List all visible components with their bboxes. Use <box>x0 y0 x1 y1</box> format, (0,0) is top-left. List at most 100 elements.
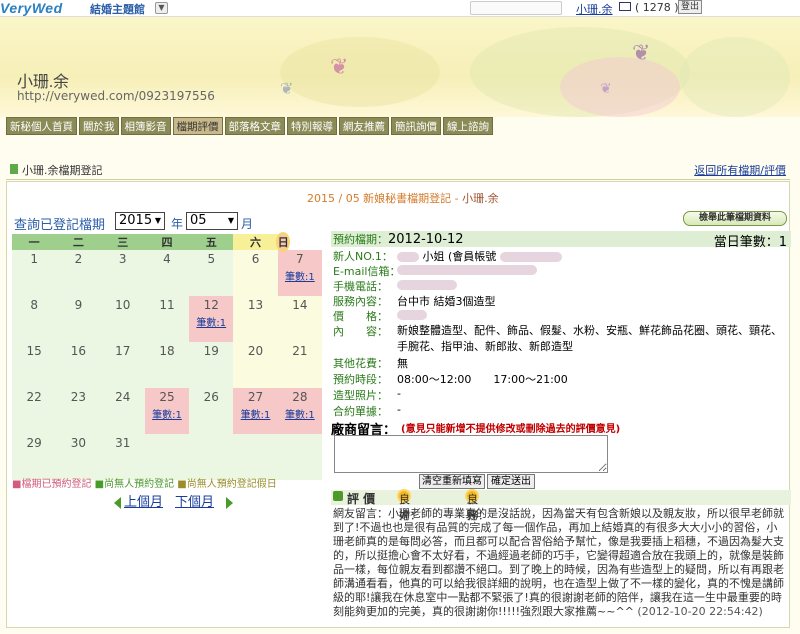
page-title-bar: 小珊.余檔期登記 返回所有檔期/評價 <box>6 158 790 180</box>
day-number: 18 <box>159 344 175 358</box>
calendar-day[interactable]: 27 筆數:1 <box>233 388 278 434</box>
day-number: 4 <box>163 252 171 266</box>
back-to-all-link[interactable]: 返回所有檔期/評價 <box>694 162 786 178</box>
next-month-link[interactable]: 下個月 <box>175 495 214 510</box>
nav-item[interactable]: 新秘個人首頁 <box>6 117 77 135</box>
booking-count-link[interactable]: 筆數:1 <box>278 406 322 421</box>
search-input[interactable] <box>470 1 562 15</box>
contract-row: 合約單據： - <box>333 403 401 418</box>
day-number: 11 <box>159 298 175 312</box>
year-select[interactable]: 2015 ▼ <box>115 212 165 230</box>
prev-arrow-icon <box>114 496 121 509</box>
calendar-day: 8 <box>12 296 57 342</box>
calendar-day[interactable]: 28 筆數:1 <box>277 388 322 434</box>
day-number: 8 <box>30 298 38 312</box>
legend-free-holiday: ■尚無人預約登記假日 <box>177 479 277 490</box>
chevron-down-icon[interactable]: ▼ <box>155 2 168 14</box>
next-arrow-icon <box>226 496 234 509</box>
calendar-day: 31 <box>100 434 145 480</box>
butterfly-icon: ❦ <box>600 81 612 97</box>
nav-item[interactable]: 相簿影音 <box>120 117 171 135</box>
day-number: 30 <box>70 436 87 450</box>
month-navigation: 上個月 下個月 <box>114 491 236 510</box>
redacted-mask <box>397 252 419 262</box>
nav-item[interactable]: 部落格文章 <box>224 117 285 135</box>
redacted-mask <box>397 280 457 290</box>
calendar-day: 23 <box>56 388 101 434</box>
day-number: 16 <box>70 344 87 358</box>
day-number: 25 <box>159 390 175 404</box>
verywed-logo[interactable]: VeryWed <box>0 0 63 16</box>
nav-item[interactable]: 簡訊詢價 <box>391 117 441 135</box>
top-bar: VeryWed 結婚主題館 ▼ 小珊.余 ( 1278 ) 登出 <box>0 0 800 17</box>
butterfly-icon: ❦ <box>632 41 651 66</box>
day-number: 12 <box>203 298 219 312</box>
calendar-day[interactable]: 25 筆數:1 <box>144 388 190 434</box>
nav-item[interactable]: 關於我 <box>79 117 119 135</box>
day-number: 2 <box>74 252 83 266</box>
nav-item[interactable]: 線上諮詢 <box>443 117 493 135</box>
vendor-message-input[interactable] <box>334 435 608 473</box>
bride-row: 新人NO.1： 小姐 (會員帳號 <box>333 248 562 264</box>
calendar-day: 18 <box>144 342 190 388</box>
calendar-day: 3 <box>100 250 145 296</box>
schedule-panel: 2015 / 05 新娘秘書檔期登記 - 小珊.余 查詢已登記檔期 2015 ▼ … <box>6 181 791 628</box>
booking-detail: 預約檔期：2012-10-12 當日筆數：1 新人NO.1： 小姐 (會員帳號 … <box>331 231 791 626</box>
profile-nav: 新秘個人首頁 關於我 相簿影音 檔期評價 部落格文章 特別報導 網友推薦 簡訊詢價 線上諮詢 <box>6 117 493 135</box>
content-value: 新娘整體造型、配件、飾品、假髮、水粉、安瓶、鮮花飾品花圈、頭花、頸花、手腕花、指… <box>397 324 782 353</box>
user-name-link[interactable]: 小珊.余 <box>576 1 613 17</box>
calendar-week: 29 30 31 <box>12 434 322 480</box>
calendar-day: 19 <box>189 342 234 388</box>
calendar-week: 1 2 3 4 5 6 7 筆數:1 <box>12 250 322 296</box>
reset-button[interactable]: 清空重新填寫 <box>419 474 485 489</box>
booking-count-link[interactable]: 筆數:1 <box>278 268 322 283</box>
month-label: 月 <box>241 217 254 231</box>
calendar-grid: 一二三四五六日 1 2 3 4 5 6 7 筆數:1 8 9 10 11 12 筆數:1 13 14 15 16 1… <box>12 234 322 480</box>
month-select[interactable]: 05 ▼ <box>186 212 238 230</box>
calendar-day: 26 <box>189 388 234 434</box>
booking-count-link[interactable]: 筆數:1 <box>145 406 189 421</box>
phone-row: 手機電話： <box>333 278 457 294</box>
calendar-day <box>189 434 234 480</box>
calendar-day <box>277 434 322 480</box>
booking-date: 預約檔期：2012-10-12 <box>333 232 464 247</box>
day-number: 26 <box>203 390 219 404</box>
butterfly-icon: ❦ <box>280 79 294 98</box>
theme-menu[interactable]: 結婚主題館 <box>90 1 145 17</box>
pencil-icon <box>333 491 343 501</box>
butterfly-icon: ❦ <box>330 55 349 80</box>
bookmark-icon <box>10 164 18 174</box>
weekday-header: 四 <box>144 234 190 250</box>
calendar-day: 15 <box>12 342 57 388</box>
report-button[interactable]: 檢舉此筆檔期資料 <box>683 211 787 226</box>
submit-button[interactable]: 確定送出 <box>487 474 535 489</box>
calendar-day[interactable]: 12 筆數:1 <box>189 296 234 342</box>
page-title: 小珊.余檔期登記 <box>22 164 103 177</box>
vendor-message-note: (意見只能新增不提供修改或刪除過去的評價意見) <box>401 424 621 435</box>
nav-item[interactable]: 特別報導 <box>287 117 337 135</box>
weekday-header: 日 <box>277 234 289 250</box>
extra-row: 其他花費：無 <box>333 357 408 370</box>
email-row: E-mail信箱： <box>333 263 537 279</box>
day-number: 17 <box>115 344 131 358</box>
booking-count-link[interactable]: 筆數:1 <box>233 406 277 421</box>
mail-count: ( 1278 ) <box>635 1 679 14</box>
calendar-day: 1 <box>12 250 57 296</box>
redacted-mask <box>397 265 537 275</box>
calendar-day[interactable]: 7 筆數:1 <box>277 250 322 296</box>
day-number: 14 <box>292 298 308 312</box>
calendar-day: 9 <box>56 296 101 342</box>
day-number: 24 <box>115 390 131 404</box>
weekday-header: 一 <box>12 234 57 250</box>
nav-item[interactable]: 檔期評價 <box>172 117 223 135</box>
logout-button[interactable]: 登出 <box>678 0 702 14</box>
day-number: 28 <box>292 390 308 404</box>
calendar-day: 20 <box>233 342 278 388</box>
booking-count-link[interactable]: 筆數:1 <box>189 314 233 329</box>
mail-icon[interactable] <box>619 2 631 11</box>
calendar-day: 24 <box>100 388 145 434</box>
prev-month-link[interactable]: 上個月 <box>124 495 163 510</box>
day-number: 9 <box>74 298 83 312</box>
nav-item[interactable]: 網友推薦 <box>339 117 389 135</box>
calendar-day: 10 <box>100 296 145 342</box>
